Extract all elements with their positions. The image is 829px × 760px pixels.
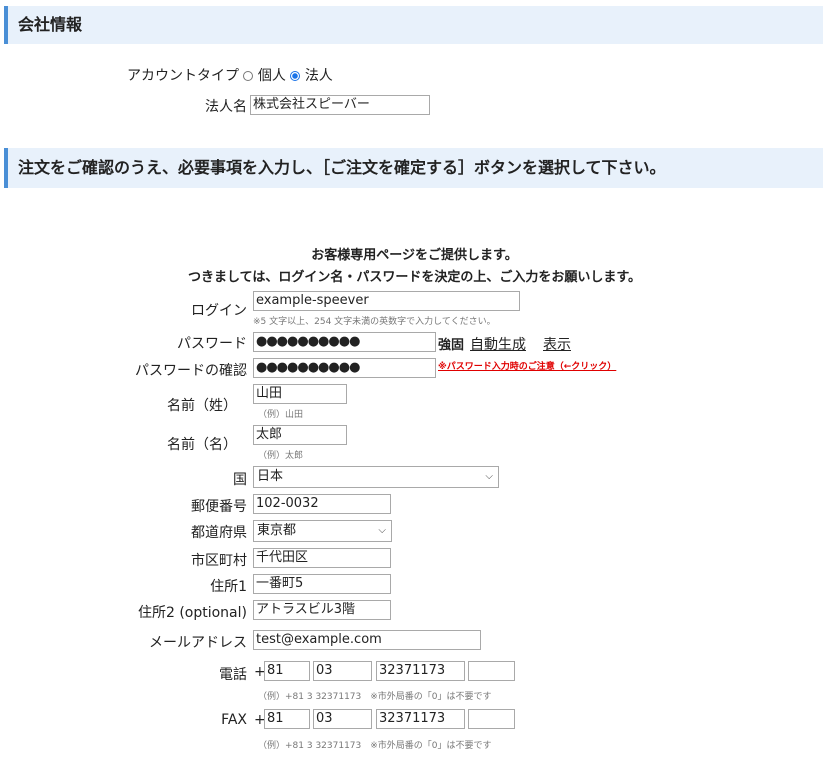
account-type-individual-label[interactable]: 個人	[258, 68, 286, 84]
fax-label: FAX	[221, 712, 247, 728]
city-input[interactable]: 千代田区	[253, 548, 391, 568]
password-strength: 強固	[438, 338, 465, 353]
city-label: 市区町村	[191, 553, 247, 569]
first-name-input[interactable]: 太郎	[253, 425, 347, 445]
company-name-label: 法人名	[205, 99, 247, 115]
intro-line-2: つきましては、ログイン名・パスワードを決定の上、ご入力をお願いします。	[187, 270, 642, 285]
order-section-header: 注文をご確認のうえ、必要事項を入力し、［ご注文を確定する］ボタンを選択して下さい…	[4, 148, 823, 188]
postal-input[interactable]: 102-0032	[253, 494, 391, 514]
prefecture-value: 東京都	[257, 523, 297, 538]
auto-generate-link[interactable]: 自動生成	[470, 334, 526, 354]
login-hint: ※5 文字以上、254 文字未満の英数字で入力してください。	[253, 317, 496, 327]
postal-label: 郵便番号	[191, 499, 247, 515]
password-label: パスワード	[177, 336, 247, 352]
company-name-input[interactable]: 株式会社スピーバー	[250, 95, 430, 115]
address1-label: 住所1	[210, 579, 247, 595]
account-type-corporate-label[interactable]: 法人	[305, 68, 333, 84]
password-confirm-input[interactable]: ●●●●●●●●●●	[253, 358, 436, 378]
fax-country-input[interactable]: 81	[264, 709, 310, 729]
last-name-hint: （例）山田	[258, 410, 304, 420]
password-confirm-label: パスワードの確認	[135, 363, 247, 379]
email-input[interactable]: test@example.com	[253, 630, 481, 650]
account-type-label: アカウントタイプ	[127, 68, 239, 84]
country-select[interactable]: 日本 ⌵	[253, 466, 499, 488]
phone-hint: （例）+81 3 32371173 ※市外局番の「0」は不要です	[258, 692, 492, 702]
address1-input[interactable]: 一番町5	[253, 574, 391, 594]
phone-area-input[interactable]: 03	[313, 661, 372, 681]
password-warning-link[interactable]: ※パスワード入力時のご注意（←クリック）	[438, 359, 616, 372]
last-name-input[interactable]: 山田	[253, 384, 347, 404]
email-label: メールアドレス	[149, 635, 247, 651]
fax-area-input[interactable]: 03	[313, 709, 372, 729]
intro-line-1: お客様専用ページをご提供します。	[311, 248, 518, 263]
country-label: 国	[233, 472, 247, 488]
chevron-down-icon: ⌵	[378, 525, 386, 536]
phone-number-input[interactable]: 32371173	[376, 661, 465, 681]
first-name-hint: （例）太郎	[258, 451, 304, 461]
account-type-row: アカウントタイプ 個人 法人	[127, 65, 333, 85]
company-section-title: 会社情報	[18, 15, 83, 34]
fax-ext-input[interactable]	[468, 709, 515, 729]
account-type-corporate-radio[interactable]	[290, 71, 301, 81]
phone-label: 電話	[219, 667, 247, 683]
login-input[interactable]: example-speever	[253, 291, 520, 311]
phone-country-input[interactable]: 81	[264, 661, 310, 681]
login-label: ログイン	[191, 303, 247, 319]
last-name-label: 名前（姓）	[167, 398, 237, 414]
company-section-header: 会社情報	[4, 6, 823, 44]
fax-hint: （例）+81 3 32371173 ※市外局番の「0」は不要です	[258, 741, 492, 751]
address2-input[interactable]: アトラスビル3階	[253, 600, 391, 620]
show-password-link[interactable]: 表示	[543, 334, 571, 354]
first-name-label: 名前（名）	[167, 437, 237, 453]
order-section-title: 注文をご確認のうえ、必要事項を入力し、［ご注文を確定する］ボタンを選択して下さい…	[18, 158, 666, 177]
address2-label: 住所2 (optional)	[137, 605, 247, 621]
password-input[interactable]: ●●●●●●●●●●	[253, 332, 436, 352]
country-value: 日本	[257, 469, 284, 484]
phone-ext-input[interactable]	[468, 661, 515, 681]
fax-number-input[interactable]: 32371173	[376, 709, 465, 729]
prefecture-label: 都道府県	[191, 525, 247, 541]
prefecture-select[interactable]: 東京都 ⌵	[253, 520, 392, 542]
account-type-individual-radio[interactable]	[243, 71, 254, 81]
chevron-down-icon: ⌵	[485, 471, 493, 482]
